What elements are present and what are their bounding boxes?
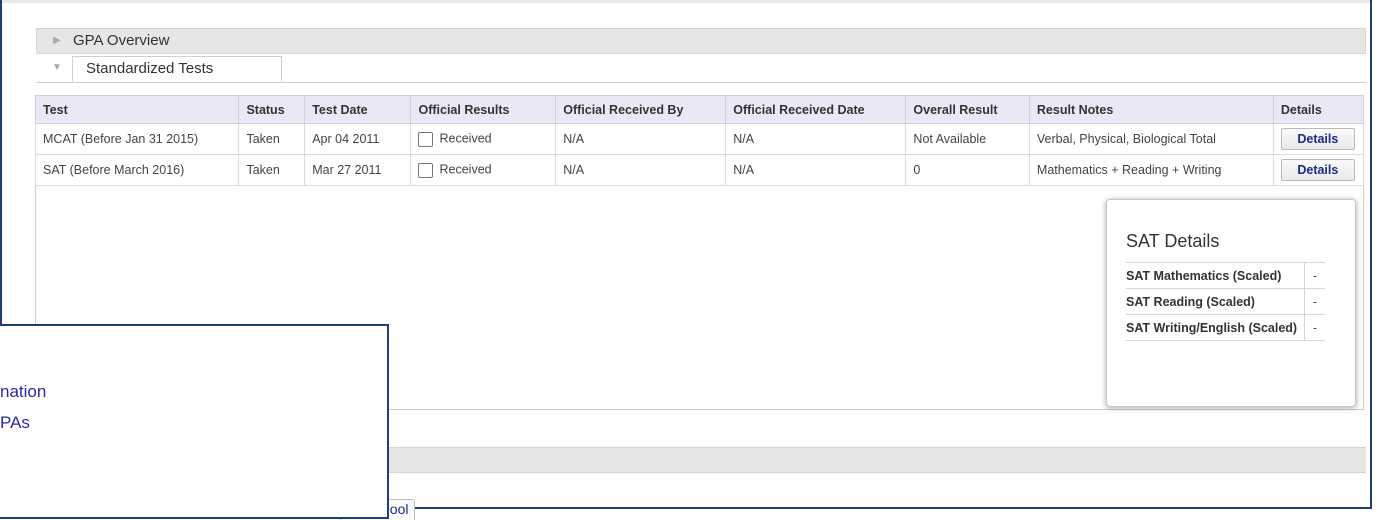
tests-header-row: Test Status Test Date Official Results O… <box>34 95 1365 124</box>
navigation-menu-overlay: nation PAs <box>0 324 389 519</box>
col-header-result-notes[interactable]: Result Notes <box>1028 95 1274 124</box>
sat-score-label: SAT Writing/English (Scaled) <box>1126 314 1305 341</box>
col-header-status[interactable]: Status <box>238 95 306 124</box>
table-row: MCAT (Before Jan 31 2015) Taken Apr 04 2… <box>34 123 1365 155</box>
sat-score-row: SAT Reading (Scaled) - <box>1126 288 1325 315</box>
sat-score-value: - <box>1304 314 1325 341</box>
cell-official-results: Received <box>410 123 557 155</box>
sat-scores-table: SAT Mathematics (Scaled) - SAT Reading (… <box>1126 262 1325 341</box>
menu-item-gpas[interactable]: PAs <box>0 413 30 433</box>
cell-details: Details <box>1272 154 1365 186</box>
col-header-official-received-by[interactable]: Official Received By <box>555 95 727 124</box>
cell-overall-result: Not Available <box>905 123 1030 155</box>
cell-test-date: Mar 27 2011 <box>304 154 412 186</box>
sat-score-label: SAT Reading (Scaled) <box>1126 288 1305 315</box>
cell-details: Details <box>1272 123 1365 155</box>
cell-result-notes: Verbal, Physical, Biological Total <box>1028 123 1274 155</box>
received-label: Received <box>439 132 492 147</box>
cell-test: MCAT (Before Jan 31 2015) <box>34 123 240 155</box>
gpa-overview-section[interactable]: ▶ GPA Overview <box>36 28 1366 54</box>
cell-received-by: N/A <box>555 123 727 155</box>
top-divider <box>2 0 1370 3</box>
expanded-arrow-icon[interactable]: ▼ <box>52 62 62 73</box>
cell-test: SAT (Before March 2016) <box>34 154 240 186</box>
gpa-overview-label: GPA Overview <box>73 32 170 49</box>
cell-received-date: N/A <box>725 123 907 155</box>
col-header-official-results[interactable]: Official Results <box>410 95 557 124</box>
cell-status: Taken <box>238 123 306 155</box>
sat-details-popup: SAT Details SAT Mathematics (Scaled) - S… <box>1106 199 1356 407</box>
cell-official-results: Received <box>410 154 557 186</box>
cell-test-date: Apr 04 2011 <box>304 123 412 155</box>
collapsed-arrow-icon: ▶ <box>53 35 61 46</box>
sat-score-row: SAT Writing/English (Scaled) - <box>1126 314 1325 341</box>
col-header-details[interactable]: Details <box>1272 95 1365 124</box>
standardized-tests-header: ▼ Standardized Tests <box>36 56 1366 83</box>
standardized-tests-label: Standardized Tests <box>86 60 214 77</box>
details-button[interactable]: Details <box>1280 128 1355 150</box>
sat-score-value: - <box>1304 288 1325 315</box>
menu-item-information[interactable]: nation <box>0 382 46 402</box>
received-label: Received <box>439 163 492 178</box>
standardized-tests-tab[interactable]: Standardized Tests <box>72 56 282 82</box>
cell-result-notes: Mathematics + Reading + Writing <box>1028 154 1274 186</box>
col-header-official-received-date[interactable]: Official Received Date <box>725 95 907 124</box>
received-checkbox[interactable] <box>418 131 434 147</box>
cell-received-date: N/A <box>725 154 907 186</box>
received-checkbox[interactable] <box>418 162 434 178</box>
sat-score-value: - <box>1304 262 1325 289</box>
cell-status: Taken <box>238 154 306 186</box>
cell-received-by: N/A <box>555 154 727 186</box>
sat-score-label: SAT Mathematics (Scaled) <box>1126 262 1305 289</box>
cell-overall-result: 0 <box>905 154 1030 186</box>
table-row: SAT (Before March 2016) Taken Mar 27 201… <box>34 154 1365 186</box>
col-header-overall-result[interactable]: Overall Result <box>905 95 1030 124</box>
tests-table: Test Status Test Date Official Results O… <box>34 95 1365 186</box>
col-header-test-date[interactable]: Test Date <box>304 95 412 124</box>
popup-title: SAT Details <box>1126 231 1220 251</box>
details-button[interactable]: Details <box>1280 159 1355 181</box>
col-header-test[interactable]: Test <box>34 95 240 124</box>
sat-score-row: SAT Mathematics (Scaled) - <box>1126 262 1325 289</box>
